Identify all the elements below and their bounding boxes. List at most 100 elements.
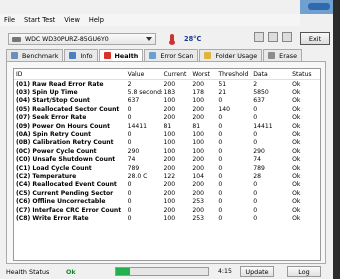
table-row[interactable]: (C0) Unsafe Shutdown Count 74 200 200 0 74 Ok: [14, 156, 320, 164]
cell-status: Ok: [292, 139, 301, 147]
cell-status: Ok: [292, 181, 301, 189]
cell-id: (09) Power On Hours Count: [16, 122, 110, 130]
table-row[interactable]: (0A) Spin Retry Count 0 100 100 0 0 Ok: [14, 130, 320, 138]
drive-toolbar: WDC WD30PURZ-85GU6Y0 28°C Exit: [0, 26, 333, 48]
table-row[interactable]: (04) Start/Stop Count 637 100 100 0 637 Ok: [14, 97, 320, 105]
cell-data: 0: [253, 139, 258, 147]
cell-status: Ok: [292, 80, 301, 88]
cell-value: 0: [127, 198, 132, 206]
cell-id: (C4) Reallocated Event Count: [16, 181, 117, 189]
drive-select-dropdown[interactable]: WDC WD30PURZ-85GU6Y0: [8, 33, 156, 45]
cell-threshold: 0: [218, 164, 223, 172]
copy-icon[interactable]: [282, 32, 292, 42]
status-bar: Health Status Ok 4:15 Update Log: [0, 264, 333, 279]
column-header-id[interactable]: ID: [14, 71, 126, 78]
column-header-worst[interactable]: Worst: [190, 71, 216, 78]
cell-worst: 200: [192, 156, 205, 164]
smart-attributes-table[interactable]: ID Value Current Worst Threshold Data St…: [13, 68, 321, 261]
exit-button[interactable]: Exit: [300, 32, 330, 45]
menu-file[interactable]: File: [4, 16, 15, 24]
cell-value: 14411: [127, 122, 148, 130]
column-header-status[interactable]: Status: [290, 71, 320, 78]
table-row[interactable]: (C1) Load Cycle Count 789 200 200 0 789 Ok: [14, 164, 320, 172]
cell-status: Ok: [292, 189, 301, 197]
tab-error-scan[interactable]: Error Scan: [144, 49, 199, 61]
cell-worst: 253: [192, 198, 205, 206]
column-header-current[interactable]: Current: [162, 71, 191, 78]
table-row[interactable]: (C2) Temperature 28.0 C 122 104 0 28 Ok: [14, 172, 320, 180]
health-cross-icon: [103, 52, 111, 59]
tab-folder-usage[interactable]: Folder Usage: [199, 49, 263, 61]
cell-threshold: 0: [218, 97, 223, 105]
cell-value: 0: [127, 105, 132, 113]
cell-value: 0: [127, 206, 132, 214]
tab-erase[interactable]: Erase: [263, 49, 303, 61]
cell-threshold: 21: [218, 89, 227, 97]
cell-worst: 200: [192, 164, 205, 172]
cell-status: Ok: [292, 206, 301, 214]
column-header-threshold[interactable]: Threshold: [216, 71, 251, 78]
cell-status: Ok: [292, 122, 301, 130]
cell-data: 0: [253, 189, 258, 197]
drive-temperature: 28°C: [184, 35, 202, 43]
cell-threshold: 51: [218, 80, 227, 88]
tab-label: Folder Usage: [215, 51, 258, 60]
cell-current: 100: [163, 139, 176, 147]
cell-data: 0: [253, 206, 258, 214]
column-header-value[interactable]: Value: [126, 71, 162, 78]
cell-data: 789: [253, 164, 265, 172]
tab-info[interactable]: Info: [64, 49, 98, 61]
hard-drive-icon: [12, 36, 21, 42]
cell-id: (07) Seek Error Rate: [16, 114, 87, 122]
menu-start-test[interactable]: Start Test: [24, 16, 55, 24]
tab-health[interactable]: Health: [98, 49, 144, 61]
table-row[interactable]: (C6) Offline Uncorrectable 0 100 253 0 0 Ok: [14, 197, 320, 205]
cell-value: 74: [127, 156, 136, 164]
settings-icon[interactable]: [254, 32, 264, 42]
column-header-data[interactable]: Data: [251, 71, 290, 78]
table-row[interactable]: (03) Spin Up Time 5.8 seconds 183 178 21 5850…: [14, 88, 320, 96]
cell-threshold: 0: [218, 214, 223, 222]
table-row[interactable]: (07) Seek Error Rate 0 200 200 0 0 Ok: [14, 114, 320, 122]
application-window: File Start Test View Help WDC WD30PURZ-8…: [0, 0, 333, 279]
cell-data: 290: [253, 147, 265, 155]
cell-id: (C0) Unsafe Shutdown Count: [16, 156, 116, 164]
table-row[interactable]: (0B) Calibration Retry Count 0 100 100 0 0 Ok: [14, 139, 320, 147]
info-icon[interactable]: [268, 32, 278, 42]
table-row[interactable]: (01) Raw Read Error Rate 2 200 200 51 2 Ok: [14, 80, 320, 88]
cell-id: (C5) Current Pending Sector: [16, 189, 114, 197]
table-row[interactable]: (05) Reallocated Sector Count 0 200 200 140 0…: [14, 105, 320, 113]
cell-current: 200: [163, 164, 176, 172]
table-row[interactable]: (C4) Reallocated Event Count 0 200 200 0 0 Ok: [14, 181, 320, 189]
cell-id: (04) Start/Stop Count: [16, 97, 90, 105]
health-status-label: Health Status: [6, 268, 50, 276]
cell-value: 0: [127, 114, 132, 122]
chevron-down-icon: [146, 37, 152, 41]
cell-data: 74: [253, 156, 261, 164]
cell-current: 100: [163, 214, 176, 222]
log-button[interactable]: Log: [287, 266, 321, 277]
menu-help[interactable]: Help: [89, 16, 104, 24]
table-row[interactable]: (09) Power On Hours Count 14411 81 81 0 14411…: [14, 122, 320, 130]
cell-status: Ok: [292, 97, 301, 105]
cell-current: 200: [163, 156, 176, 164]
cell-worst: 104: [192, 172, 205, 180]
cell-status: Ok: [292, 114, 301, 122]
erase-icon: [268, 52, 276, 59]
tab-benchmark[interactable]: Benchmark: [6, 49, 64, 61]
update-button[interactable]: Update: [240, 266, 274, 277]
menu-bar: File Start Test View Help: [0, 14, 300, 26]
cell-threshold: 0: [218, 131, 223, 139]
menu-view[interactable]: View: [64, 16, 80, 24]
table-row[interactable]: (0C) Power Cycle Count 290 100 100 0 290 Ok: [14, 147, 320, 155]
progress-bar: [115, 267, 209, 276]
cell-current: 100: [163, 147, 176, 155]
table-row[interactable]: (C5) Current Pending Sector 0 200 200 0 0 Ok: [14, 189, 320, 197]
cell-id: (0B) Calibration Retry Count: [16, 139, 114, 147]
table-row[interactable]: (C7) Interface CRC Error Count 0 200 200 0 0 O…: [14, 206, 320, 214]
cell-status: Ok: [292, 131, 301, 139]
table-row[interactable]: (C8) Write Error Rate 0 100 253 0 0 Ok: [14, 214, 320, 222]
background-edge: [333, 0, 340, 279]
cell-current: 183: [163, 89, 176, 97]
cell-id: (C1) Load Cycle Count: [16, 164, 92, 172]
